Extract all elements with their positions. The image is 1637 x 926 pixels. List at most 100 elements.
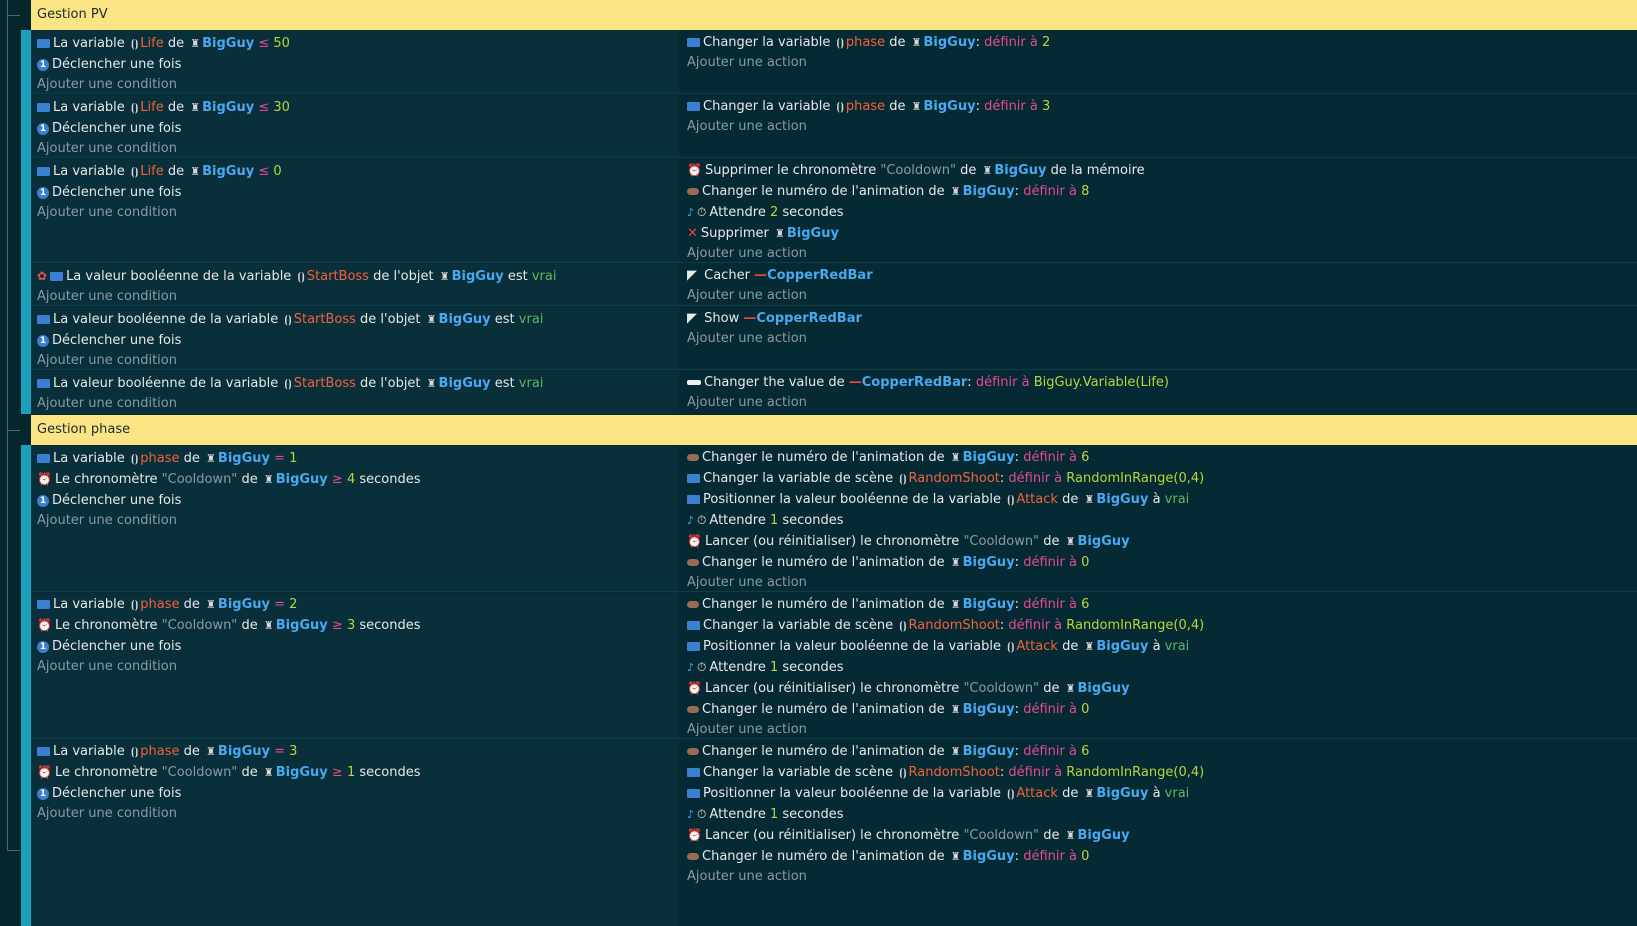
add-condition-button[interactable]: Ajouter une condition xyxy=(37,74,177,95)
conditions-column[interactable]: La variable ⦗⦘ phase de ♜ BigGuy = 1 ⏰ Le c… xyxy=(31,446,679,592)
condition-line[interactable]: 1 Déclencher une fois xyxy=(37,636,181,657)
conditions-column[interactable]: La valeur booléenne de la variable ⦗⦘ Sta… xyxy=(31,371,679,414)
action-line[interactable]: Changer la variable de scène ⦗⦘ RandomSho… xyxy=(687,615,1204,636)
add-condition-button[interactable]: Ajouter une condition xyxy=(37,656,177,677)
add-action-button[interactable]: Ajouter une action xyxy=(687,285,807,306)
event-block[interactable]: La variable ⦗⦘ phase de ♜ BigGuy = 3 ⏰ Le c… xyxy=(31,740,1637,926)
action-line[interactable]: Positionner la valeur booléenne de la va… xyxy=(687,783,1189,804)
conditions-column[interactable]: La variable ⦗⦘ phase de ♜ BigGuy = 2 ⏰ Le c… xyxy=(31,593,679,739)
condition-line[interactable]: ⏰ Le chronomètre "Cooldown" de ♜ BigGuy ≥ … xyxy=(37,469,421,490)
condition-line[interactable]: La variable ⦗⦘ phase de ♜ BigGuy = 3 xyxy=(37,741,297,762)
add-action-button[interactable]: Ajouter une action xyxy=(687,866,807,887)
action-line[interactable]: Positionner la valeur booléenne de la va… xyxy=(687,489,1189,510)
actions-column[interactable]: ◤ Show —CopperRedBar Ajouter une action xyxy=(681,307,1637,370)
add-action-button[interactable]: Ajouter une action xyxy=(687,243,807,264)
object-icon: ♜ xyxy=(950,451,961,464)
condition-line[interactable]: La valeur booléenne de la variable ⦗⦘ Sta… xyxy=(37,373,543,394)
condition-line[interactable]: 1 Déclencher une fois xyxy=(37,330,181,351)
action-line[interactable]: Changer the value de —CopperRedBar: défi… xyxy=(687,372,1169,393)
actions-column[interactable]: Changer la variable ⦗⦘ phase de ♜ BigGuy: … xyxy=(681,95,1637,158)
action-line[interactable]: ◤ Show —CopperRedBar xyxy=(687,308,862,329)
condition-line[interactable]: La variable ⦗⦘ Life de ♜ BigGuy ≤ 50 xyxy=(37,33,290,54)
condition-line[interactable]: ✿ La valeur booléenne de la variable ⦗⦘ St… xyxy=(37,266,556,287)
actions-column[interactable]: Changer le numéro de l'animation de ♜ Big… xyxy=(681,446,1637,592)
condition-line[interactable]: 1 Déclencher une fois xyxy=(37,783,181,804)
action-line[interactable]: ♪ ⏱ Attendre 1 secondes xyxy=(687,804,844,825)
condition-line[interactable]: 1 Déclencher une fois xyxy=(37,182,181,203)
add-condition-button[interactable]: Ajouter une condition xyxy=(37,803,177,824)
actions-column[interactable]: Changer le numéro de l'animation de ♜ Big… xyxy=(681,740,1637,926)
add-condition-button[interactable]: Ajouter une condition xyxy=(37,202,177,223)
variable-icon xyxy=(50,272,64,281)
add-condition-button[interactable]: Ajouter une condition xyxy=(37,350,177,371)
group-header-gestion-phase[interactable]: Gestion phase xyxy=(31,415,1637,445)
condition-line[interactable]: ⏰ Le chronomètre "Cooldown" de ♜ BigGuy ≥ … xyxy=(37,762,421,783)
event-block[interactable]: La variable ⦗⦘ phase de ♜ BigGuy = 2 ⏰ Le c… xyxy=(31,593,1637,739)
action-line[interactable]: ⏰ Supprimer le chronomètre "Cooldown" de … xyxy=(687,160,1145,181)
variable-icon xyxy=(37,600,50,609)
action-line[interactable]: Changer le numéro de l'animation de ♜ Big… xyxy=(687,846,1089,867)
actions-column[interactable]: ⏰ Supprimer le chronomètre "Cooldown" de … xyxy=(681,159,1637,263)
add-action-button[interactable]: Ajouter une action xyxy=(687,392,807,413)
condition-line[interactable]: La variable ⦗⦘ phase de ♜ BigGuy = 2 xyxy=(37,594,297,615)
add-action-button[interactable]: Ajouter une action xyxy=(687,328,807,349)
actions-column[interactable]: Changer le numéro de l'animation de ♜ Big… xyxy=(681,593,1637,739)
event-block[interactable]: La variable ⦗⦘ Life de ♜ BigGuy ≤ 0 1 Décle… xyxy=(31,159,1637,263)
action-line[interactable]: Changer la variable ⦗⦘ phase de ♜ BigGuy: … xyxy=(687,96,1050,117)
conditions-column[interactable]: La variable ⦗⦘ Life de ♜ BigGuy ≤ 0 1 Décle… xyxy=(31,159,679,263)
event-block[interactable]: La valeur booléenne de la variable ⦗⦘ Sta… xyxy=(31,307,1637,370)
condition-line[interactable]: 1 Déclencher une fois xyxy=(37,490,181,511)
action-line[interactable]: Changer le numéro de l'animation de ♜ Big… xyxy=(687,594,1089,615)
action-line[interactable]: Changer la variable ⦗⦘ phase de ♜ BigGuy: … xyxy=(687,32,1050,53)
action-line[interactable]: ♪ ⏱ Attendre 1 secondes xyxy=(687,657,844,678)
event-block[interactable]: La variable ⦗⦘ Life de ♜ BigGuy ≤ 30 1 Décl… xyxy=(31,95,1637,158)
actions-column[interactable]: ◤ Cacher —CopperRedBar Ajouter une actio… xyxy=(681,264,1637,306)
condition-line[interactable]: La variable ⦗⦘ Life de ♜ BigGuy ≤ 0 xyxy=(37,161,282,182)
event-block[interactable]: ✿ La valeur booléenne de la variable ⦗⦘ St… xyxy=(31,264,1637,306)
condition-line[interactable]: La variable ⦗⦘ Life de ♜ BigGuy ≤ 30 xyxy=(37,97,290,118)
condition-line[interactable]: ⏰ Le chronomètre "Cooldown" de ♜ BigGuy ≥ … xyxy=(37,615,421,636)
event-block[interactable]: La variable ⦗⦘ Life de ♜ BigGuy ≤ 50 1 Décl… xyxy=(31,31,1637,94)
conditions-column[interactable]: La variable ⦗⦘ Life de ♜ BigGuy ≤ 50 1 Décl… xyxy=(31,31,679,94)
action-line[interactable]: Positionner la valeur booléenne de la va… xyxy=(687,636,1189,657)
condition-line[interactable]: La variable ⦗⦘ phase de ♜ BigGuy = 1 xyxy=(37,448,297,469)
group-header-gestion-pv[interactable]: Gestion PV xyxy=(31,0,1637,30)
condition-line[interactable]: La valeur booléenne de la variable ⦗⦘ Sta… xyxy=(37,309,543,330)
actions-column[interactable]: Changer la variable ⦗⦘ phase de ♜ BigGuy: … xyxy=(681,31,1637,94)
action-line[interactable]: ⏰ Lancer (ou réinitialiser) le chronomètr… xyxy=(687,531,1130,552)
action-line[interactable]: Changer le numéro de l'animation de ♜ Big… xyxy=(687,552,1089,573)
add-action-button[interactable]: Ajouter une action xyxy=(687,719,807,740)
add-condition-button[interactable]: Ajouter une condition xyxy=(37,138,177,159)
add-condition-button[interactable]: Ajouter une condition xyxy=(37,286,177,307)
event-separator xyxy=(31,369,1637,370)
actions-column[interactable]: Changer the value de —CopperRedBar: défi… xyxy=(681,371,1637,414)
add-condition-button[interactable]: Ajouter une condition xyxy=(37,510,177,531)
conditions-column[interactable]: La variable ⦗⦘ Life de ♜ BigGuy ≤ 30 1 Décl… xyxy=(31,95,679,158)
add-condition-button[interactable]: Ajouter une condition xyxy=(37,393,177,414)
add-action-button[interactable]: Ajouter une action xyxy=(687,52,807,73)
conditions-column[interactable]: La variable ⦗⦘ phase de ♜ BigGuy = 3 ⏰ Le c… xyxy=(31,740,679,926)
event-block[interactable]: La valeur booléenne de la variable ⦗⦘ Sta… xyxy=(31,371,1637,414)
action-line[interactable]: ✕ Supprimer ♜ BigGuy xyxy=(687,223,839,244)
scene-variable-icon xyxy=(687,621,700,630)
conditions-column[interactable]: La valeur booléenne de la variable ⦗⦘ Sta… xyxy=(31,307,679,370)
event-block[interactable]: La variable ⦗⦘ phase de ♜ BigGuy = 1 ⏰ Le c… xyxy=(31,446,1637,592)
action-line[interactable]: Changer le numéro de l'animation de ♜ Big… xyxy=(687,699,1089,720)
action-line[interactable]: Changer la variable de scène ⦗⦘ RandomSho… xyxy=(687,762,1204,783)
action-line[interactable]: Changer le numéro de l'animation de ♜ Big… xyxy=(687,181,1089,202)
condition-line[interactable]: 1 Déclencher une fois xyxy=(37,54,181,75)
action-line[interactable]: ♪ ⏱ Attendre 2 secondes xyxy=(687,202,844,223)
action-line[interactable]: ◤ Cacher —CopperRedBar xyxy=(687,265,873,286)
action-line[interactable]: ⏰ Lancer (ou réinitialiser) le chronomètr… xyxy=(687,678,1130,699)
group-accent-bar xyxy=(21,30,31,414)
condition-line[interactable]: 1 Déclencher une fois xyxy=(37,118,181,139)
action-line[interactable]: ⏰ Lancer (ou réinitialiser) le chronomètr… xyxy=(687,825,1130,846)
action-line[interactable]: Changer le numéro de l'animation de ♜ Big… xyxy=(687,741,1089,762)
action-line[interactable]: Changer la variable de scène ⦗⦘ RandomSho… xyxy=(687,468,1204,489)
add-action-button[interactable]: Ajouter une action xyxy=(687,116,807,137)
resource-bar-icon: — xyxy=(848,375,862,390)
conditions-column[interactable]: ✿ La valeur booléenne de la variable ⦗⦘ St… xyxy=(31,264,679,306)
action-line[interactable]: Changer le numéro de l'animation de ♜ Big… xyxy=(687,447,1089,468)
add-action-button[interactable]: Ajouter une action xyxy=(687,572,807,593)
action-line[interactable]: ♪ ⏱ Attendre 1 secondes xyxy=(687,510,844,531)
